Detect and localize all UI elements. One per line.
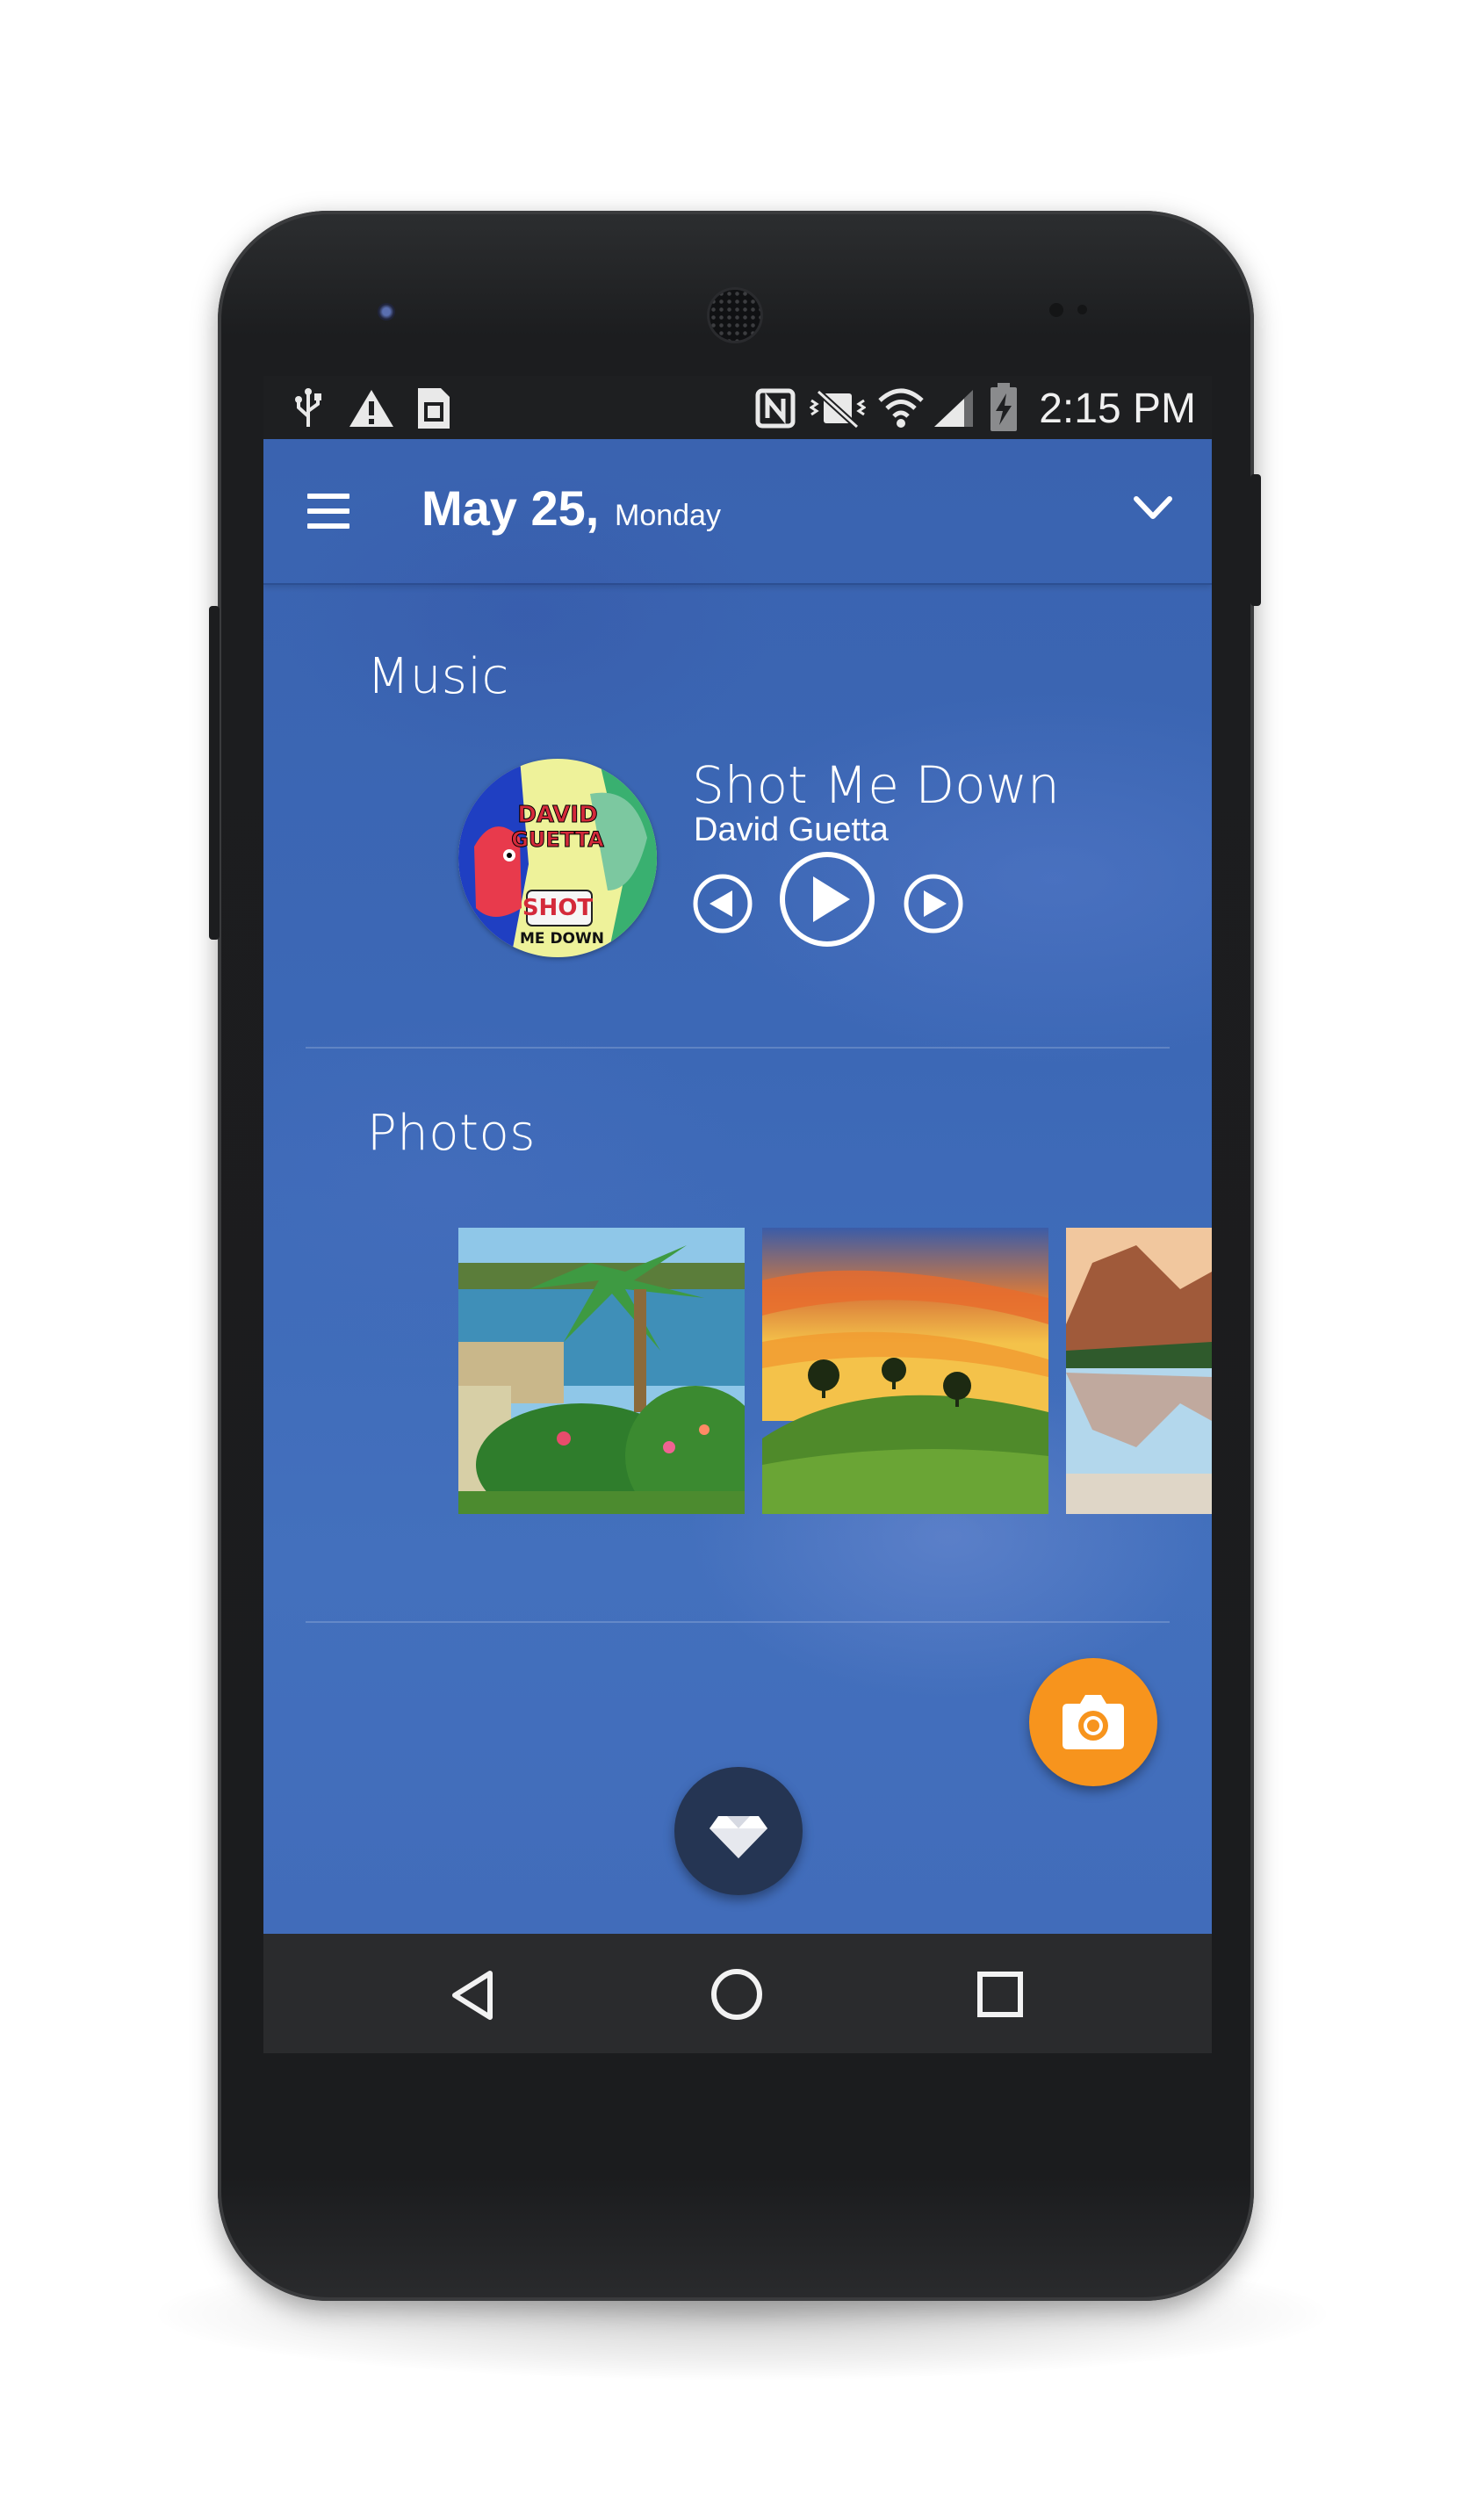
warning-icon: [349, 390, 393, 427]
camera-fab[interactable]: [1029, 1658, 1157, 1786]
sim-card-icon: [418, 388, 450, 429]
photos-divider: [306, 1621, 1170, 1623]
earpiece-speaker: [710, 290, 760, 341]
camera-icon: [1063, 1695, 1124, 1749]
pool-garden-photo[interactable]: [458, 1228, 745, 1514]
album-text-3: SHOT: [522, 895, 594, 921]
volume-button: [209, 606, 220, 940]
photos-section-title: Photos: [367, 1105, 536, 1162]
front-camera: [378, 303, 395, 321]
track-artist: David Guetta: [694, 811, 889, 848]
track-title: Shot Me Down: [692, 755, 1060, 815]
previous-icon[interactable]: [692, 873, 753, 934]
weekday-label: Monday: [615, 499, 721, 532]
recents-icon[interactable]: [976, 1971, 1024, 2018]
album-art-image: DAVID GUETTA SHOT ME DOWN: [458, 759, 657, 957]
chevron-down-icon[interactable]: [1133, 495, 1173, 522]
diamond-icon: [710, 1816, 767, 1858]
date-label: May 25,: [421, 480, 600, 536]
power-button: [1250, 474, 1261, 606]
app-content: May 25, Monday Music DAVID GUETTA SHOT M…: [263, 439, 1212, 1934]
status-bar: 2:15 PM: [263, 376, 1212, 439]
signal-icon: [934, 390, 973, 427]
light-sensor: [1077, 305, 1087, 314]
vibrate-icon: [810, 389, 866, 429]
nfc-icon: [755, 388, 796, 429]
wifi-icon: [878, 388, 924, 428]
album-text-1: DAVID: [517, 802, 597, 828]
album-text-4: ME DOWN: [520, 930, 604, 948]
mountain-lake-photo[interactable]: [1066, 1228, 1212, 1514]
screen: 2:15 PM May 25, Monday Music DAVID GUETT…: [263, 376, 1212, 2053]
navigation-bar: [263, 1934, 1212, 2053]
menu-icon[interactable]: [307, 494, 349, 529]
proximity-sensor: [1049, 303, 1063, 317]
sunset-hills-photo[interactable]: [762, 1228, 1048, 1514]
usb-icon: [295, 388, 321, 427]
diamond-fab[interactable]: [674, 1767, 803, 1895]
album-art[interactable]: DAVID GUETTA SHOT ME DOWN: [458, 759, 657, 957]
music-divider: [306, 1047, 1170, 1049]
back-icon[interactable]: [448, 1969, 497, 2022]
app-bar: May 25, Monday: [263, 439, 1212, 585]
music-section-title: Music: [367, 648, 509, 705]
next-icon[interactable]: [903, 873, 964, 934]
play-icon[interactable]: [778, 850, 876, 948]
status-time: 2:15 PM: [1039, 386, 1196, 432]
album-text-2: GUETTA: [511, 827, 604, 852]
battery-charging-icon: [991, 383, 1017, 431]
home-icon[interactable]: [710, 1967, 764, 2022]
